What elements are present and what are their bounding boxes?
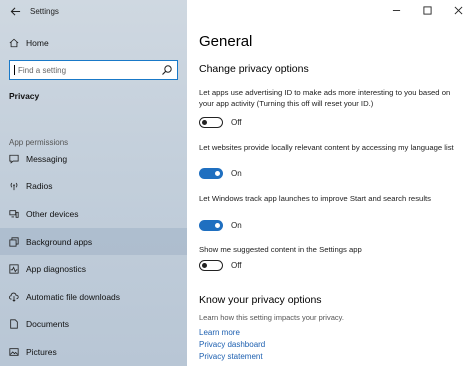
advertising-id-toggle-row: Off bbox=[199, 117, 242, 128]
privacy-dashboard-link[interactable]: Privacy dashboard bbox=[199, 340, 265, 349]
track-app-launches-toggle[interactable] bbox=[199, 220, 223, 231]
sidebar-item-label: Automatic file downloads bbox=[26, 291, 121, 302]
know-privacy-description: Learn how this setting impacts your priv… bbox=[199, 313, 344, 322]
back-button[interactable] bbox=[0, 0, 30, 22]
home-icon bbox=[0, 38, 26, 48]
title-bar: Settings bbox=[0, 0, 187, 22]
sidebar-item-label: Background apps bbox=[26, 236, 93, 247]
toggle-state-label: On bbox=[231, 221, 242, 230]
maximize-icon bbox=[423, 5, 432, 15]
toggle-knob bbox=[202, 262, 207, 268]
radios-icon bbox=[0, 181, 26, 191]
language-list-toggle-row: On bbox=[199, 168, 242, 179]
app-title: Settings bbox=[30, 6, 59, 16]
sidebar-item-automatic-file-downloads[interactable]: Automatic file downloads bbox=[0, 283, 187, 311]
toggle-state-label: Off bbox=[231, 261, 242, 270]
sidebar-item-messaging[interactable]: Messaging bbox=[0, 145, 187, 173]
app-diagnostics-icon bbox=[0, 264, 26, 274]
toggle-knob bbox=[215, 171, 220, 176]
sidebar-item-label: Documents bbox=[26, 319, 69, 330]
sidebar-item-label: Pictures bbox=[26, 346, 57, 357]
close-button[interactable] bbox=[443, 0, 474, 20]
sidebar-item-label: Other devices bbox=[26, 208, 79, 219]
learn-more-link[interactable]: Learn more bbox=[199, 328, 240, 337]
sidebar: Settings Home Privacy App permissions Me… bbox=[0, 0, 187, 366]
back-arrow-icon bbox=[10, 6, 20, 16]
category-heading: Privacy bbox=[9, 91, 40, 101]
search-box[interactable] bbox=[9, 60, 178, 80]
know-privacy-heading: Know your privacy options bbox=[199, 294, 322, 306]
sidebar-item-home[interactable]: Home bbox=[0, 32, 187, 54]
other-devices-icon bbox=[0, 209, 26, 219]
pictures-icon bbox=[0, 347, 26, 357]
nav-list: Messaging Radios Other devices Backgroun… bbox=[0, 145, 187, 366]
messaging-icon bbox=[0, 154, 26, 164]
documents-icon bbox=[0, 319, 26, 329]
sidebar-item-label: Home bbox=[26, 38, 49, 48]
language-list-toggle[interactable] bbox=[199, 168, 223, 179]
close-icon bbox=[454, 6, 463, 14]
sidebar-item-other-devices[interactable]: Other devices bbox=[0, 200, 187, 228]
toggle-state-label: Off bbox=[231, 118, 242, 127]
cloud-download-icon bbox=[0, 292, 26, 302]
sidebar-item-background-apps[interactable]: Background apps bbox=[0, 227, 187, 256]
toggle-knob bbox=[215, 223, 220, 228]
suggested-content-toggle[interactable] bbox=[199, 260, 223, 271]
suggested-content-toggle-row: Off bbox=[199, 260, 242, 271]
sidebar-item-pictures[interactable]: Pictures bbox=[0, 338, 187, 366]
minimize-button[interactable] bbox=[381, 0, 412, 20]
background-apps-icon bbox=[0, 236, 26, 247]
track-app-launches-description: Let Windows track app launches to improv… bbox=[199, 194, 432, 203]
page-title: General bbox=[199, 33, 253, 50]
main-content: General Change privacy options Let apps … bbox=[187, 0, 474, 366]
advertising-id-toggle[interactable] bbox=[199, 117, 223, 128]
toggle-knob bbox=[202, 119, 207, 125]
track-app-launches-toggle-row: On bbox=[199, 220, 242, 231]
maximize-button[interactable] bbox=[412, 0, 443, 20]
change-privacy-heading: Change privacy options bbox=[199, 63, 309, 75]
sidebar-item-app-diagnostics[interactable]: App diagnostics bbox=[0, 255, 187, 283]
toggle-state-label: On bbox=[231, 169, 242, 178]
search-icon[interactable] bbox=[161, 64, 173, 76]
sidebar-item-documents[interactable]: Documents bbox=[0, 311, 187, 339]
search-input[interactable] bbox=[15, 65, 155, 75]
sidebar-item-label: Radios bbox=[26, 181, 53, 192]
sidebar-item-radios[interactable]: Radios bbox=[0, 173, 187, 201]
minimize-icon bbox=[392, 9, 401, 11]
language-list-description: Let websites provide locally relevant co… bbox=[199, 143, 454, 152]
sidebar-item-label: App diagnostics bbox=[26, 264, 87, 275]
privacy-statement-link[interactable]: Privacy statement bbox=[199, 352, 263, 361]
window-controls bbox=[381, 0, 474, 20]
advertising-id-description: Let apps use advertising ID to make ads … bbox=[199, 88, 451, 108]
suggested-content-description: Show me suggested content in the Setting… bbox=[199, 245, 362, 254]
sidebar-item-label: Messaging bbox=[26, 153, 68, 164]
